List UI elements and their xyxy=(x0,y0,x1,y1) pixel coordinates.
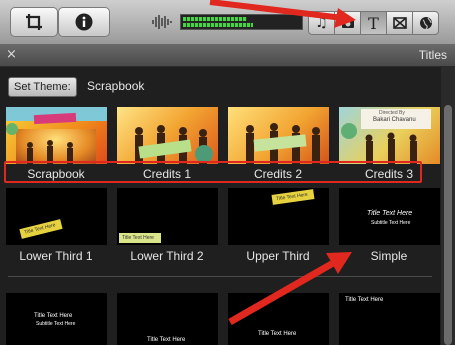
section-divider xyxy=(8,276,432,277)
crop-icon xyxy=(26,14,42,30)
title-label-upper-third: Upper Third xyxy=(246,249,310,263)
lower2-thumb-text: Title Text Here xyxy=(122,235,154,241)
transitions-tab[interactable] xyxy=(386,11,413,35)
theme-row: Set Theme: Scrapbook xyxy=(0,67,440,101)
photos-tab[interactable] xyxy=(334,11,361,35)
waveform-icon xyxy=(152,15,172,29)
title-thumb-row3-2[interactable]: Title Text Here xyxy=(117,293,218,345)
crop-button[interactable] xyxy=(10,7,58,37)
title-thumb-credits-2[interactable] xyxy=(228,107,329,164)
title-thumb-row3-1[interactable]: Title Text Here Subtitle Text Here xyxy=(6,293,107,345)
title-thumb-row3-4[interactable]: Title Text Here xyxy=(339,293,440,345)
info-button[interactable] xyxy=(58,7,110,37)
titles-tab[interactable]: T xyxy=(360,11,387,35)
title-thumb-simple[interactable]: Title Text Here Subtitle Text Here xyxy=(339,188,440,245)
title-thumb-credits-3[interactable]: Directed By Bakari Chavanu xyxy=(339,107,440,164)
toolbar: ♫ T xyxy=(0,0,455,45)
globe-icon xyxy=(419,17,432,30)
simple-thumb-subtitle: Subtitle Text Here xyxy=(371,220,411,226)
camera-icon xyxy=(341,18,354,28)
row3-3-title: Title Text Here xyxy=(258,331,297,337)
scrollbar[interactable] xyxy=(441,67,455,345)
title-thumb-row3-3[interactable]: Title Text Here xyxy=(228,293,329,345)
title-label-simple: Simple xyxy=(370,249,408,263)
level-meter-bars xyxy=(180,14,303,30)
title-thumb-lower-third-2[interactable]: Title Text Here xyxy=(117,188,218,245)
titles-icon: T xyxy=(368,13,379,33)
panel-title-bar: × Titles xyxy=(0,44,455,67)
audio-level-meter[interactable] xyxy=(150,12,303,32)
info-icon xyxy=(75,13,93,31)
title-thumb-credits-1[interactable] xyxy=(117,107,218,164)
title-thumb-lower-third-1[interactable]: Title Text Here xyxy=(6,188,107,245)
title-label-lower-third-2: Lower Third 2 xyxy=(130,249,204,263)
row3-4-title: Title Text Here xyxy=(345,297,384,303)
row3-1-title: Title Text Here xyxy=(34,313,73,319)
annotation-highlight-box xyxy=(4,161,422,183)
scrollbar-thumb[interactable] xyxy=(444,105,452,345)
current-theme-name: Scrapbook xyxy=(87,79,145,93)
row3-1-subtitle: Subtitle Text Here xyxy=(36,321,76,327)
transitions-icon xyxy=(392,17,407,29)
close-icon[interactable]: × xyxy=(4,47,19,62)
music-tab[interactable]: ♫ xyxy=(308,11,335,35)
credits3-directed-by: Directed By xyxy=(379,110,405,116)
title-thumb-upper-third[interactable]: Title Text Here xyxy=(228,188,329,245)
set-theme-button[interactable]: Set Theme: xyxy=(8,77,77,97)
title-thumb-scrapbook[interactable] xyxy=(6,107,107,164)
title-label-lower-third-1: Lower Third 1 xyxy=(19,249,93,263)
row3-2-title: Title Text Here xyxy=(147,337,186,343)
music-icon: ♫ xyxy=(315,15,328,31)
panel-title: Titles xyxy=(418,48,447,62)
simple-thumb-title: Title Text Here xyxy=(367,210,413,217)
maps-tab[interactable] xyxy=(412,11,439,35)
credits3-name: Bakari Chavanu xyxy=(373,117,416,123)
